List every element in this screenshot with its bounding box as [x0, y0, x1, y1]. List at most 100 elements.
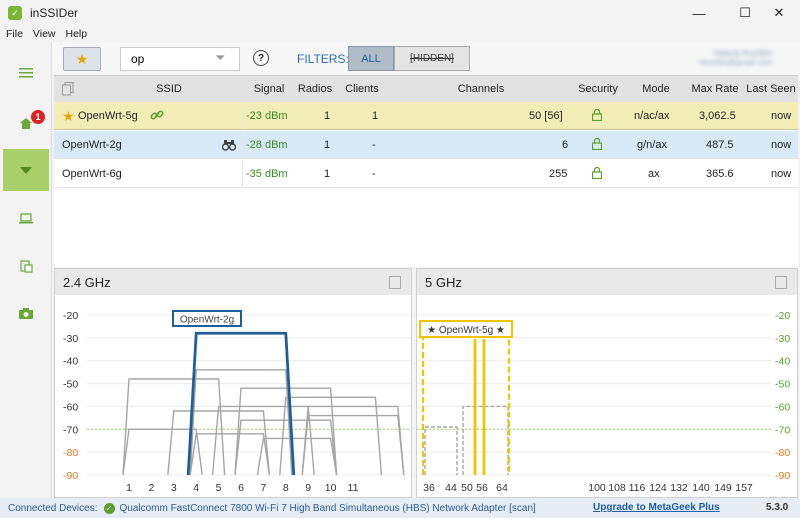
- header-signal[interactable]: Signal: [244, 83, 294, 95]
- status-bar: Connected Devices: ✓ Qualcomm FastConnec…: [0, 498, 800, 518]
- table-header: SSID Signal Radios Clients Channels Secu…: [54, 76, 798, 102]
- network-trace: [462, 405, 509, 475]
- x-tick-label: 3: [171, 482, 177, 494]
- sidebar-item-home[interactable]: 1: [3, 102, 49, 144]
- filter-hidden-button[interactable]: [HIDDEN]: [394, 46, 470, 71]
- funnel-icon[interactable]: ⏷: [215, 50, 225, 66]
- panel-24ghz: 2.4 GHz -20 -30 -40 -50 -60 -70 -80 -90 OpenWrt-…: [54, 268, 412, 498]
- y-tick-label: -50: [775, 379, 790, 391]
- menu-view[interactable]: View: [27, 28, 60, 40]
- filters-label: FILTERS:: [297, 52, 349, 66]
- x-tick-label: 10: [325, 482, 337, 494]
- sidebar: 1: [0, 42, 52, 498]
- y-tick-label: -50: [63, 379, 78, 391]
- network-trace: [122, 378, 226, 476]
- lock-icon: [592, 167, 602, 179]
- header-last-seen[interactable]: Last Seen: [744, 83, 798, 95]
- highlight-network-trace: [186, 331, 296, 476]
- binoculars-icon[interactable]: [222, 139, 236, 151]
- camera-icon: [19, 308, 33, 319]
- y-tick-label: -40: [63, 356, 78, 368]
- header-ssid[interactable]: SSID: [114, 83, 224, 95]
- network-trace: [301, 405, 405, 476]
- table-row[interactable]: OpenWrt-6g -35 dBm 1 - 255 ax 365.6 now: [54, 160, 798, 188]
- header-clients[interactable]: Clients: [338, 83, 386, 95]
- network-trace: [234, 419, 338, 476]
- row-channels: 6: [562, 139, 569, 151]
- y-tick-label: -80: [63, 447, 78, 459]
- row-signal: -23 dBm: [246, 110, 288, 122]
- y-tick-label: -70: [63, 424, 78, 436]
- chart-5ghz: -20 -30 -40 -50 -60 -70 -80 -90 ★ OpenWrt-5g ★ 36…: [417, 310, 790, 494]
- adapter-name[interactable]: Qualcomm FastConnect 7800 Wi-Fi 7 High B…: [120, 503, 536, 514]
- x-tick-label: 44: [445, 482, 457, 494]
- column-divider: [242, 102, 243, 130]
- title-bar: ✓ inSSIDer — ☐ ✕: [0, 0, 800, 26]
- y-tick-label: -20: [775, 310, 790, 322]
- star-icon: ★: [75, 50, 89, 67]
- link-icon: [150, 110, 164, 120]
- table-row[interactable]: OpenWrt-2g -28 dBm 1 - 6 g/n/ax 487.5 no…: [54, 131, 798, 159]
- chart-24ghz: -20 -30 -40 -50 -60 -70 -80 -90 OpenWrt-2g 1 2 3 4 5 6…: [63, 310, 411, 494]
- x-tick-label: 1: [126, 482, 132, 494]
- x-tick-label: 132: [670, 482, 688, 494]
- x-tick-label: 124: [649, 482, 667, 494]
- copy-icon[interactable]: [389, 276, 401, 289]
- version-label: 5.3.0: [766, 502, 789, 513]
- header-security[interactable]: Security: [574, 83, 622, 95]
- x-tick-label: 100: [588, 482, 606, 494]
- header-radios[interactable]: Radios: [294, 83, 336, 95]
- header-channels[interactable]: Channels: [388, 83, 574, 95]
- row-last-seen: now: [771, 110, 792, 122]
- x-tick-label: 157: [735, 482, 753, 494]
- menu-file[interactable]: File: [0, 28, 27, 40]
- sidebar-item-capture[interactable]: [3, 292, 49, 334]
- close-button[interactable]: ✕: [756, 0, 800, 26]
- window-title: inSSIDer: [30, 6, 79, 20]
- favorites-filter-button[interactable]: ★: [63, 47, 101, 71]
- sidebar-item-reports[interactable]: [3, 245, 49, 287]
- panel-5ghz: 5 GHz -20 -30 -40 -50 -60 -70 -80 -90 ★ OpenWrt-…: [416, 268, 798, 498]
- sidebar-item-devices[interactable]: [3, 197, 49, 239]
- hamburger-menu-button[interactable]: [3, 52, 49, 94]
- account-info[interactable]: Valeriy Kozlitin vkozlitin@gmail.com: [692, 48, 772, 67]
- row-radios: 1: [324, 139, 331, 151]
- menu-bar: File View Help: [0, 26, 800, 42]
- network-trace: [424, 426, 458, 475]
- x-tick-label: 140: [692, 482, 710, 494]
- row-radios: 1: [324, 110, 331, 122]
- x-tick-label: 50: [461, 482, 473, 494]
- upgrade-link[interactable]: Upgrade to MetaGeek Plus: [593, 502, 720, 513]
- account-email: vkozlitin@gmail.com: [698, 58, 772, 67]
- home-badge: 1: [31, 110, 45, 124]
- x-tick-label: 108: [608, 482, 626, 494]
- row-mode: g/n/ax: [637, 139, 667, 151]
- x-tick-label: 56: [476, 482, 488, 494]
- sidebar-item-networks[interactable]: [3, 149, 49, 191]
- y-tick-label: -70: [775, 424, 790, 436]
- lock-icon: [592, 109, 602, 121]
- y-tick-label: -60: [63, 401, 78, 413]
- app-logo-icon: ✓: [8, 6, 22, 20]
- copy-icon[interactable]: [62, 82, 74, 96]
- check-icon: ✓: [103, 502, 115, 514]
- header-max-rate[interactable]: Max Rate: [688, 83, 742, 95]
- y-tick-label: -20: [63, 310, 78, 322]
- panel-title: 2.4 GHz: [63, 275, 111, 290]
- row-clients: -: [372, 168, 376, 180]
- y-tick-label: -60: [775, 401, 790, 413]
- row-channels: 255: [549, 168, 568, 180]
- filter-all-button[interactable]: ALL: [348, 46, 394, 71]
- header-mode[interactable]: Mode: [624, 83, 688, 95]
- x-tick-label: 2: [148, 482, 154, 494]
- column-divider: [242, 160, 243, 188]
- help-icon[interactable]: ?: [253, 50, 269, 66]
- row-signal: -28 dBm: [246, 139, 288, 151]
- copy-icon[interactable]: [775, 276, 787, 289]
- panel-header: 2.4 GHz: [55, 269, 411, 295]
- table-row[interactable]: ★ OpenWrt-5g -23 dBm 1 1 50 [56] n/ac/ax…: [54, 102, 798, 130]
- minimize-button[interactable]: —: [676, 0, 722, 26]
- y-tick-label: -90: [775, 470, 790, 482]
- network-table: SSID Signal Radios Clients Channels Secu…: [54, 75, 798, 267]
- menu-help[interactable]: Help: [60, 28, 92, 40]
